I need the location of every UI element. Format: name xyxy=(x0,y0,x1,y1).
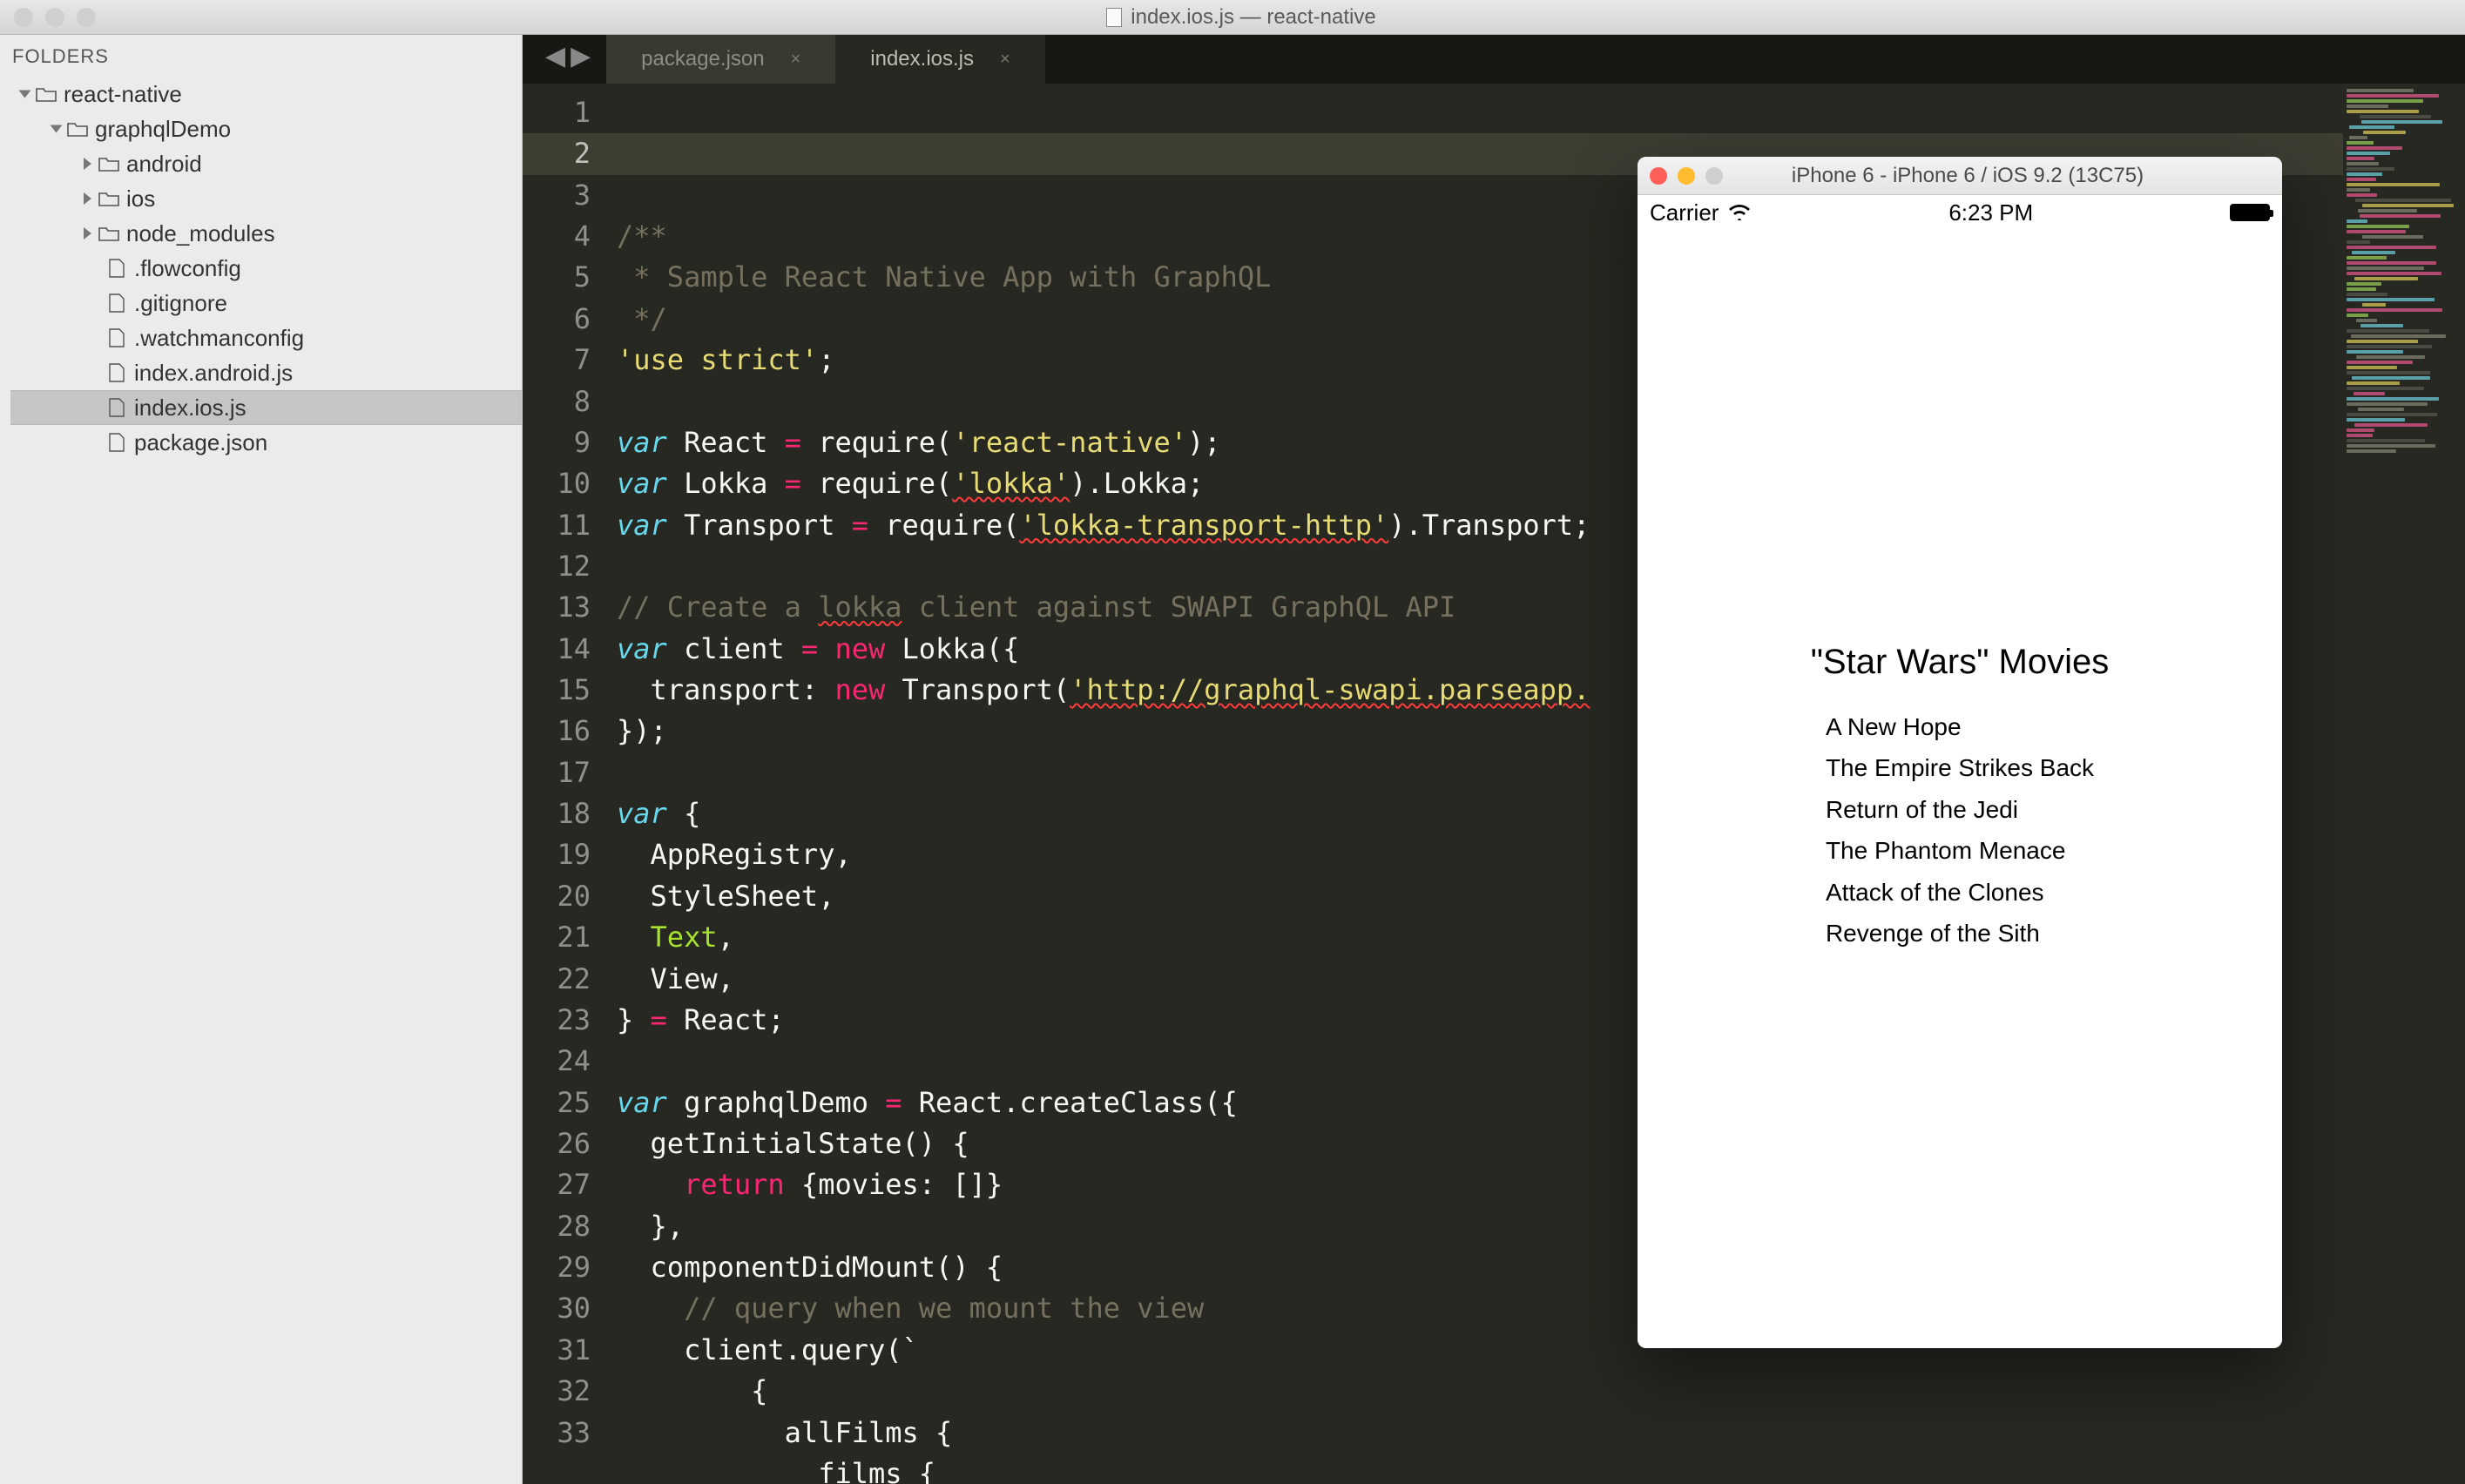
tree-item-label: package.json xyxy=(134,429,267,456)
folder-icon xyxy=(98,156,119,172)
tab-close-icon[interactable]: × xyxy=(791,50,801,70)
file-icon xyxy=(106,328,127,347)
disclosure-triangle-icon[interactable] xyxy=(84,192,91,205)
disclosure-triangle-icon[interactable] xyxy=(51,125,63,133)
tab-label: package.json xyxy=(641,47,764,71)
folder-icon xyxy=(98,191,119,206)
tree-item-label: index.ios.js xyxy=(134,395,246,422)
file-icon xyxy=(106,363,127,382)
folder-row[interactable]: node_modules xyxy=(10,216,522,251)
sim-close-icon[interactable] xyxy=(1650,167,1667,185)
zoom-window-icon[interactable] xyxy=(77,8,96,27)
folder-row[interactable]: android xyxy=(10,146,522,181)
minimize-window-icon[interactable] xyxy=(45,8,64,27)
tree-item-label: .watchmanconfig xyxy=(134,325,304,352)
nav-arrows: ◀ ▶ xyxy=(538,41,606,78)
sim-zoom-icon[interactable] xyxy=(1705,167,1723,185)
simulator-titlebar: iPhone 6 - iPhone 6 / iOS 9.2 (13C75) xyxy=(1638,157,2282,195)
file-icon xyxy=(106,398,127,417)
tree-item-label: graphqlDemo xyxy=(95,116,231,143)
document-icon xyxy=(1106,8,1122,27)
file-icon xyxy=(106,259,127,278)
disclosure-triangle-icon[interactable] xyxy=(84,158,91,170)
editor-tab[interactable]: package.json × xyxy=(606,35,835,84)
tree-item-label: .flowconfig xyxy=(134,255,241,282)
file-row[interactable]: index.ios.js xyxy=(10,390,522,425)
folder-icon xyxy=(98,226,119,241)
editor-tab[interactable]: index.ios.js × xyxy=(835,35,1044,84)
file-row[interactable]: .flowconfig xyxy=(10,251,522,286)
close-window-icon[interactable] xyxy=(14,8,33,27)
tree-item-label: react-native xyxy=(64,81,182,108)
window-titlebar: index.ios.js — react-native xyxy=(0,0,2465,35)
nav-back-icon[interactable]: ◀ xyxy=(545,41,565,71)
disclosure-triangle-icon[interactable] xyxy=(19,91,31,98)
file-row[interactable]: package.json xyxy=(10,425,522,460)
folder-row[interactable]: ios xyxy=(10,181,522,216)
folder-row[interactable]: graphqlDemo xyxy=(10,111,522,146)
folder-row[interactable]: react-native xyxy=(10,77,522,111)
tab-bar: ◀ ▶ package.json × index.ios.js × xyxy=(523,35,2465,84)
sim-minimize-icon[interactable] xyxy=(1678,167,1695,185)
file-row[interactable]: index.android.js xyxy=(10,355,522,390)
tab-close-icon[interactable]: × xyxy=(1000,50,1010,70)
file-icon xyxy=(106,293,127,313)
line-number-gutter: 1234567891011121314151617181920212223242… xyxy=(523,84,606,1484)
code-editor[interactable]: /** * Sample React Native App with Graph… xyxy=(606,84,2465,1484)
nav-forward-icon[interactable]: ▶ xyxy=(571,41,591,71)
window-title: index.ios.js — react-native xyxy=(1131,5,1375,30)
file-icon xyxy=(106,433,127,452)
editor-area: ◀ ▶ package.json × index.ios.js × 123456789… xyxy=(523,35,2465,1484)
file-row[interactable]: .watchmanconfig xyxy=(10,320,522,355)
tree-item-label: android xyxy=(126,151,202,178)
folder-tree: react-native graphqlDemo android ios node_mo… xyxy=(0,77,522,460)
tree-item-label: .gitignore xyxy=(134,290,227,317)
sidebar-header: FOLDERS xyxy=(0,35,522,77)
tree-item-label: node_modules xyxy=(126,220,275,247)
folder-icon xyxy=(67,121,88,137)
sidebar: FOLDERS react-native graphqlDemo android io… xyxy=(0,35,523,1484)
tree-item-label: ios xyxy=(126,186,155,212)
tree-item-label: index.android.js xyxy=(134,360,293,387)
file-row[interactable]: .gitignore xyxy=(10,286,522,320)
tab-label: index.ios.js xyxy=(870,47,974,71)
disclosure-triangle-icon[interactable] xyxy=(84,227,91,239)
simulator-title: iPhone 6 - iPhone 6 / iOS 9.2 (13C75) xyxy=(1723,164,2212,188)
window-traffic-lights xyxy=(0,8,96,27)
folder-icon xyxy=(36,86,57,102)
